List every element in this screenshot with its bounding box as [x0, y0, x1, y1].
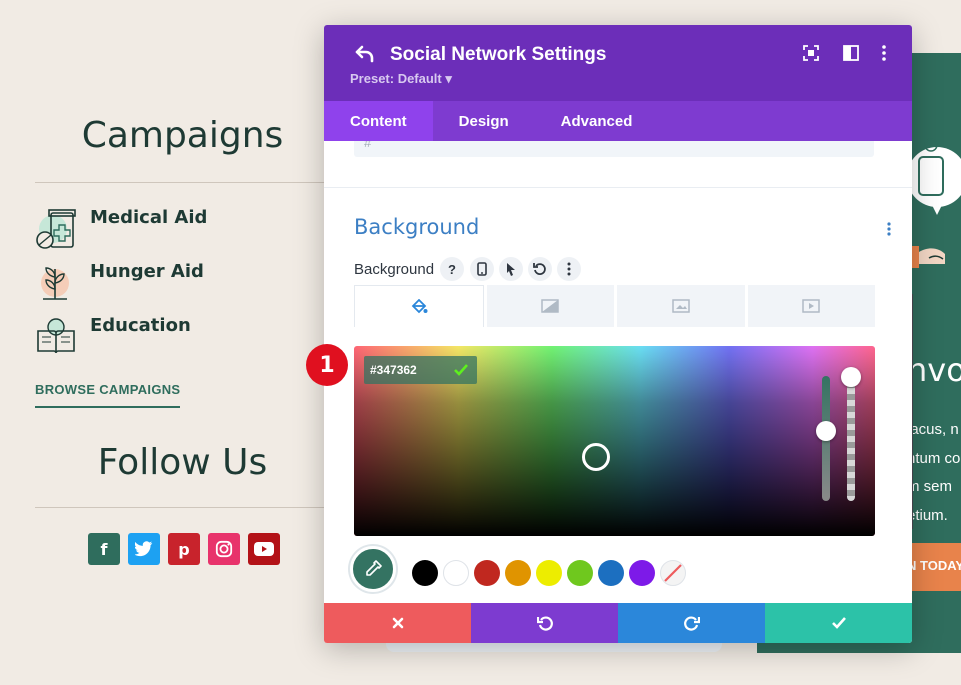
- eyedropper-icon: [366, 560, 382, 576]
- campaign-item-hunger[interactable]: Hunger Aid: [35, 261, 325, 305]
- opacity-slider-handle[interactable]: [841, 367, 861, 387]
- fullscreen-icon[interactable]: [802, 44, 820, 62]
- card-text-line: ntum co: [907, 450, 961, 467]
- hue-slider[interactable]: [816, 376, 836, 501]
- color-tab[interactable]: [354, 285, 484, 327]
- modal-header: Social Network Settings Preset: Default …: [324, 25, 912, 101]
- split-view-icon[interactable]: [842, 44, 860, 62]
- medicine-bottle-icon: [36, 209, 76, 249]
- section-more-icon[interactable]: [884, 221, 894, 237]
- eyedropper-button[interactable]: [350, 546, 396, 592]
- save-button[interactable]: [765, 603, 912, 643]
- responsive-icon[interactable]: [470, 257, 494, 281]
- card-text-line: lacus, n: [907, 421, 959, 438]
- back-arrow-icon[interactable]: [354, 43, 376, 65]
- preset-dropdown[interactable]: Preset: Default ▾: [350, 71, 452, 87]
- opacity-slider[interactable]: [841, 367, 861, 501]
- swatch-blue[interactable]: [598, 560, 624, 586]
- tab-design[interactable]: Design: [433, 101, 535, 141]
- settings-modal: Social Network Settings Preset: Default …: [324, 25, 912, 643]
- hands-illustration: [907, 246, 945, 268]
- youtube-icon[interactable]: [248, 533, 280, 565]
- card-text-line: etium.: [907, 507, 948, 524]
- follow-title: Follow Us: [97, 442, 268, 483]
- color-cursor[interactable]: [582, 443, 610, 471]
- hover-cursor-icon[interactable]: [499, 257, 523, 281]
- image-tab[interactable]: [617, 285, 745, 327]
- swatch-orange[interactable]: [505, 560, 531, 586]
- image-icon: [672, 299, 690, 313]
- video-icon: [802, 299, 820, 313]
- modal-title: Social Network Settings: [390, 44, 607, 65]
- book-icon: [37, 318, 75, 354]
- swatch-transparent[interactable]: [660, 560, 686, 586]
- check-icon: [831, 617, 846, 629]
- url-input[interactable]: #: [354, 141, 874, 157]
- campaign-label: Education: [90, 315, 191, 336]
- hex-value-box[interactable]: #347362: [364, 356, 477, 384]
- swatch-green[interactable]: [567, 560, 593, 586]
- undo-button[interactable]: [471, 603, 618, 643]
- divider: [324, 187, 912, 188]
- step-number-badge: 1: [306, 344, 348, 386]
- divider: [35, 182, 330, 183]
- cancel-button[interactable]: [324, 603, 471, 643]
- background-type-tabs: [354, 285, 875, 327]
- modal-footer: [324, 603, 912, 643]
- swatch-black[interactable]: [412, 560, 438, 586]
- swatch-purple[interactable]: [629, 560, 655, 586]
- swatch-row: [324, 546, 912, 596]
- twitter-icon[interactable]: [128, 533, 160, 565]
- redo-icon: [683, 616, 700, 631]
- campaign-label: Hunger Aid: [90, 261, 204, 282]
- campaign-item-medical[interactable]: Medical Aid: [35, 207, 325, 251]
- campaigns-title: Campaigns: [81, 115, 284, 156]
- swatch-white[interactable]: [443, 560, 469, 586]
- undo-icon: [536, 616, 553, 631]
- gradient-icon: [541, 299, 559, 313]
- donation-jar-icon: [907, 138, 961, 215]
- instagram-icon[interactable]: [208, 533, 240, 565]
- pinterest-icon[interactable]: p: [168, 533, 200, 565]
- social-icons: f p: [88, 533, 280, 565]
- more-options-icon[interactable]: [875, 44, 893, 62]
- tab-content[interactable]: Content: [324, 101, 433, 141]
- facebook-icon[interactable]: f: [88, 533, 120, 565]
- modal-body: # Background Background ? #347362: [324, 141, 912, 603]
- browse-campaigns-link[interactable]: BROWSE CAMPAIGNS: [35, 382, 181, 408]
- modal-tabs: Content Design Advanced: [324, 101, 912, 141]
- campaign-label: Medical Aid: [90, 207, 208, 228]
- help-icon[interactable]: ?: [440, 257, 464, 281]
- background-page: Campaigns Medical Aid Hunger Aid Educati…: [0, 0, 330, 685]
- tab-advanced[interactable]: Advanced: [535, 101, 659, 141]
- card-text-line: m sem: [907, 478, 952, 495]
- donate-button[interactable]: N TODAY: [907, 543, 961, 591]
- sprout-icon: [41, 267, 69, 300]
- divider: [35, 507, 330, 508]
- reset-icon[interactable]: [528, 257, 552, 281]
- campaign-item-education[interactable]: Education: [35, 315, 325, 359]
- card-heading: nvo: [907, 351, 961, 389]
- paint-bucket-icon: [411, 298, 428, 313]
- swatch-yellow[interactable]: [536, 560, 562, 586]
- confirm-check-icon[interactable]: [445, 356, 477, 384]
- hue-slider-handle[interactable]: [816, 421, 836, 441]
- section-title[interactable]: Background: [354, 215, 479, 239]
- background-label: Background: [354, 261, 435, 278]
- color-picker[interactable]: #347362: [354, 346, 875, 536]
- swatch-red[interactable]: [474, 560, 500, 586]
- video-tab[interactable]: [747, 285, 875, 327]
- hex-value[interactable]: #347362: [364, 363, 445, 377]
- close-icon: [392, 617, 403, 629]
- more-icon[interactable]: [557, 257, 581, 281]
- redo-button[interactable]: [618, 603, 765, 643]
- gradient-tab[interactable]: [486, 285, 614, 327]
